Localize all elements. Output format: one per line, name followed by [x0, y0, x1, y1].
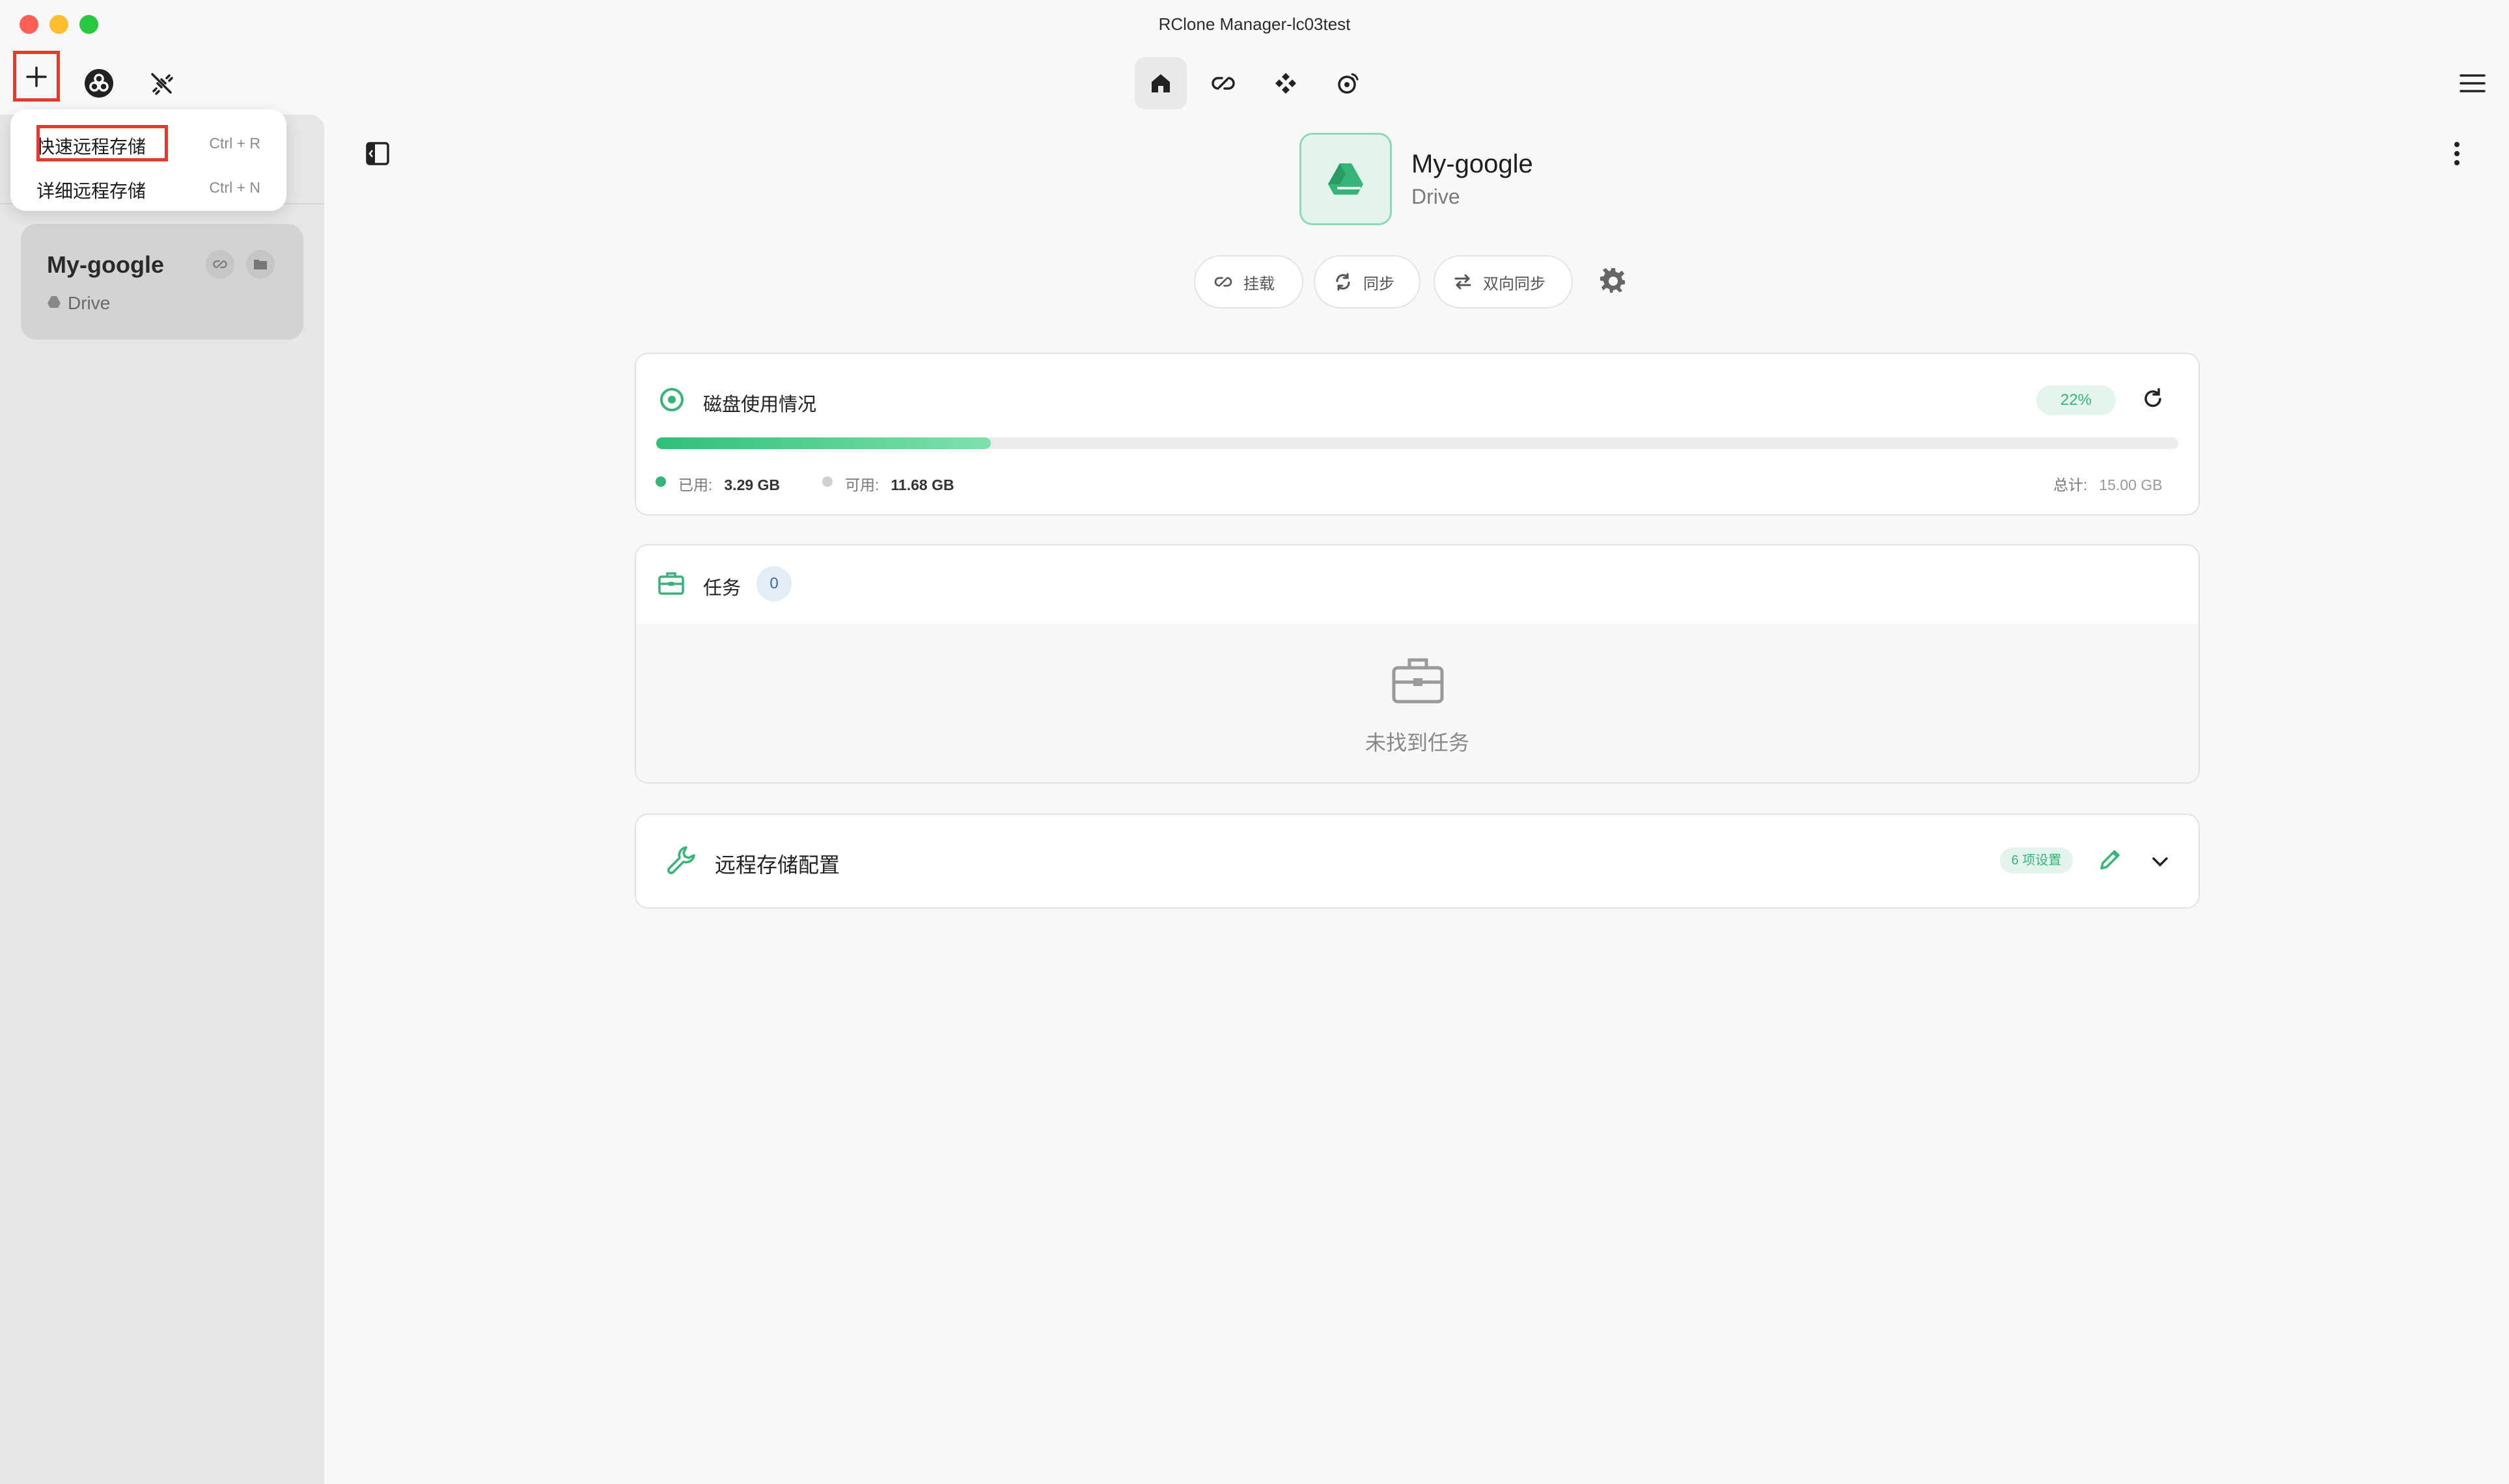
menu-item-shortcut: Ctrl + R: [209, 135, 260, 152]
remote-settings-button[interactable]: [1598, 266, 1629, 297]
sidebar-toggle-icon: [366, 142, 389, 165]
window-title: RClone Manager-lc03test: [1158, 14, 1351, 34]
bisync-icon: [1454, 274, 1471, 290]
disk-usage-bar: [656, 437, 2178, 449]
folder-icon: [254, 260, 267, 269]
add-remote-highlight: [13, 51, 60, 102]
mount-icon: [213, 260, 227, 268]
total-stat: 总计: 15.00 GB: [2053, 473, 2163, 495]
tasks-empty-state: 未找到任务: [636, 624, 2198, 782]
bisync-button-label: 双向同步: [1483, 275, 1546, 293]
disconnect-icon: [151, 73, 173, 95]
home-icon: [1152, 74, 1170, 92]
sync-icon: [1336, 273, 1350, 291]
expand-config-button[interactable]: [2146, 847, 2174, 876]
google-drive-icon: [1328, 163, 1363, 195]
sync-arrows-icon: [1275, 73, 1296, 94]
mount-button-label: 挂载: [1243, 275, 1275, 293]
sidebar-mount-button[interactable]: [206, 250, 234, 279]
main-nav: [1135, 57, 1385, 109]
gear-icon: [1600, 268, 1625, 293]
refresh-disk-button[interactable]: [2138, 384, 2168, 414]
remote-config-title: 远程存储配置: [715, 853, 840, 877]
menu-item-shortcut: Ctrl + N: [209, 179, 260, 196]
sidebar-browse-button[interactable]: [246, 250, 275, 279]
free-stat: 可用: 11.68 GB: [845, 473, 954, 495]
edit-config-button[interactable]: [2095, 846, 2124, 875]
free-dot: [822, 476, 833, 487]
total-label: 总计:: [2053, 476, 2088, 493]
rclone-logo-icon: [85, 69, 113, 98]
config-settings-badge: 6 项设置: [2000, 847, 2073, 873]
app-menu-button[interactable]: [2457, 69, 2488, 98]
tasks-count-badge: 0: [756, 566, 792, 601]
briefcase-icon: [658, 572, 684, 595]
remote-type-label: Drive: [1411, 185, 1460, 208]
remote-type-logo: [1299, 133, 1392, 225]
wrench-icon: [667, 846, 695, 874]
sidebar-toggle-button[interactable]: [363, 139, 392, 168]
google-drive-icon: [48, 296, 61, 308]
menu-item-highlight: [36, 125, 168, 161]
used-dot: [656, 476, 666, 487]
tasks-empty-text: 未找到任务: [1365, 731, 1469, 754]
used-label: 已用:: [678, 476, 713, 493]
nav-sync[interactable]: [1260, 57, 1312, 109]
nav-home[interactable]: [1135, 57, 1187, 109]
used-value: 3.29 GB: [724, 476, 781, 493]
total-value: 15.00 GB: [2099, 476, 2163, 493]
sidebar-remote-item[interactable]: My-google Drive: [21, 224, 303, 340]
pencil-icon: [2100, 850, 2120, 870]
used-stat: 已用: 3.29 GB: [678, 473, 780, 495]
serve-icon: [1338, 73, 1359, 94]
disk-usage-percent: 22%: [2036, 385, 2116, 415]
menu-item-label: 详细远程存储: [36, 181, 146, 201]
remote-title: My-google: [1411, 150, 1533, 178]
mount-button[interactable]: 挂载: [1194, 255, 1303, 309]
more-options-button[interactable]: [2445, 138, 2469, 169]
disk-usage-bar-fill: [656, 437, 991, 449]
sidebar-remote-name: My-google: [47, 251, 164, 278]
remote-config-card[interactable]: [635, 814, 2200, 909]
mount-icon: [1212, 77, 1235, 90]
sync-button[interactable]: 同步: [1314, 255, 1421, 309]
bisync-button[interactable]: 双向同步: [1434, 255, 1573, 309]
disk-usage-icon: [660, 388, 684, 411]
sync-button-label: 同步: [1363, 275, 1394, 293]
more-vertical-icon: [2454, 142, 2460, 165]
tasks-title: 任务: [703, 578, 742, 599]
disk-usage-title: 磁盘使用情况: [703, 394, 817, 415]
menu-item-quick-remote[interactable]: 快速远程存储 Ctrl + R: [10, 124, 286, 164]
sidebar-remote-type: Drive: [68, 293, 111, 313]
free-value: 11.68 GB: [891, 476, 954, 493]
disconnect-button[interactable]: [143, 65, 180, 102]
hamburger-menu-icon: [2460, 74, 2486, 92]
nav-serve[interactable]: [1322, 57, 1374, 109]
refresh-icon: [2144, 388, 2161, 407]
nav-mount[interactable]: [1197, 57, 1249, 109]
free-label: 可用:: [845, 476, 880, 493]
briefcase-empty-icon: [1392, 658, 1444, 704]
rclone-button[interactable]: [81, 65, 117, 102]
menu-item-detailed-remote[interactable]: 详细远程存储 Ctrl + N: [10, 168, 286, 208]
add-remote-dropdown: 快速远程存储 Ctrl + R 详细远程存储 Ctrl + N: [10, 109, 286, 211]
chevron-down-icon: [2152, 857, 2168, 867]
mount-icon: [1214, 277, 1232, 287]
